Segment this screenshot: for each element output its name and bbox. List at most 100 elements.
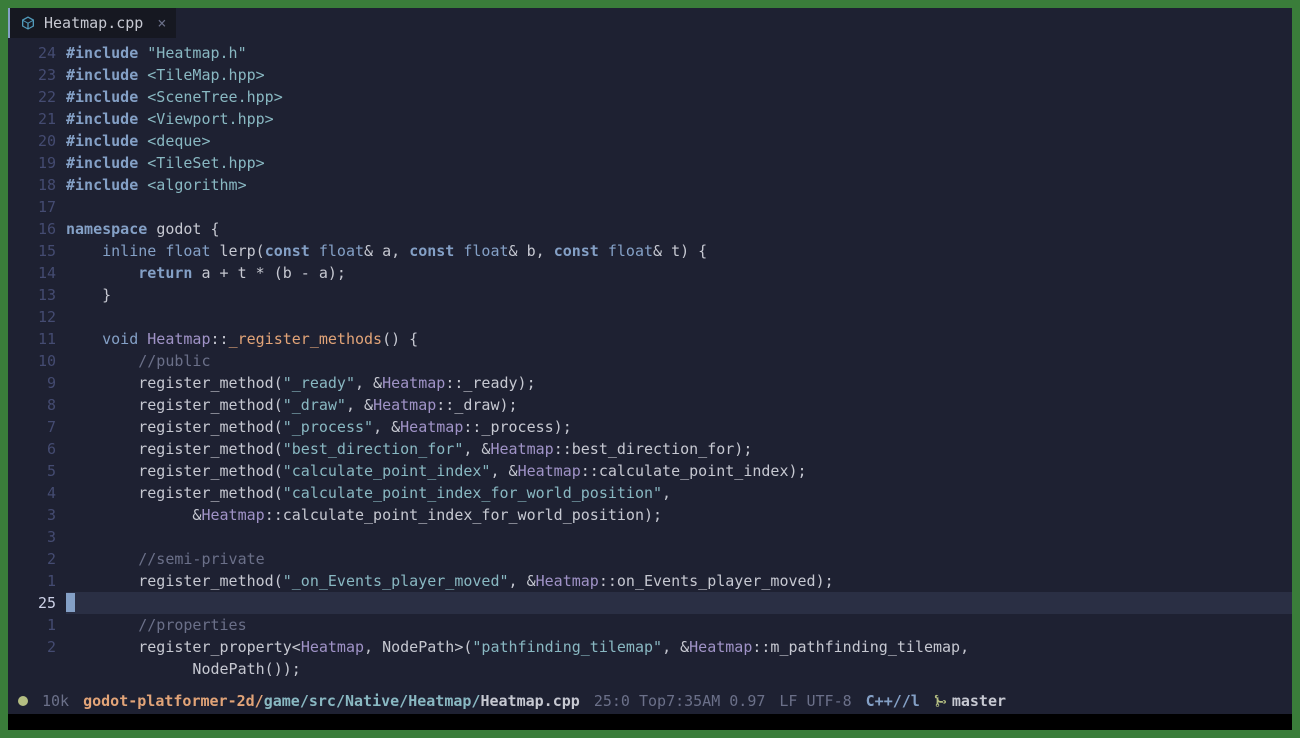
code-line[interactable]: 22#include <SceneTree.hpp>	[8, 86, 1292, 108]
token: <TileSet.hpp>	[147, 154, 264, 172]
line-number: 10	[8, 350, 66, 372]
line-content[interactable]: &Heatmap::calculate_point_index_for_worl…	[66, 504, 1292, 526]
code-line[interactable]: 3 &Heatmap::calculate_point_index_for_wo…	[8, 504, 1292, 526]
command-line-area[interactable]	[8, 714, 1292, 730]
line-content[interactable]: #include <Viewport.hpp>	[66, 108, 1292, 130]
code-line[interactable]: 13 }	[8, 284, 1292, 306]
close-icon[interactable]: ×	[157, 14, 166, 32]
token: const	[554, 242, 599, 260]
code-line[interactable]: 1 //properties	[8, 614, 1292, 636]
code-line[interactable]: 6 register_method("best_direction_for", …	[8, 438, 1292, 460]
line-number: 24	[8, 42, 66, 64]
token: inline	[102, 242, 156, 260]
line-number: 6	[8, 438, 66, 460]
line-content[interactable]: void Heatmap::_register_methods() {	[66, 328, 1292, 350]
project-segment: godot-platformer-2d/	[83, 692, 264, 710]
tab-heatmap[interactable]: Heatmap.cpp ×	[8, 8, 176, 38]
token	[310, 242, 319, 260]
token: ::_ready);	[445, 374, 535, 392]
code-line[interactable]: 1 register_method("_on_Events_player_mov…	[8, 570, 1292, 592]
token	[66, 264, 138, 282]
cpp-file-icon	[20, 15, 36, 31]
line-content[interactable]: #include <TileMap.hpp>	[66, 64, 1292, 86]
token	[66, 616, 138, 634]
code-line[interactable]: 14 return a + t * (b - a);	[8, 262, 1292, 284]
code-line[interactable]: 8 register_method("_draw", &Heatmap::_dr…	[8, 394, 1292, 416]
line-content[interactable]: inline float lerp(const float& a, const …	[66, 240, 1292, 262]
token: , &	[509, 572, 536, 590]
line-content[interactable]: return a + t * (b - a);	[66, 262, 1292, 284]
token: NodePath());	[66, 660, 301, 678]
line-content[interactable]: register_property<Heatmap, NodePath>("pa…	[66, 636, 1292, 658]
code-line[interactable]: 15 inline float lerp(const float& a, con…	[8, 240, 1292, 262]
line-content[interactable]: #include <SceneTree.hpp>	[66, 86, 1292, 108]
token: #include	[66, 88, 138, 106]
token: a + t * (b - a);	[192, 264, 346, 282]
token	[66, 330, 102, 348]
line-content[interactable]: #include "Heatmap.h"	[66, 42, 1292, 64]
code-line[interactable]: 21#include <Viewport.hpp>	[8, 108, 1292, 130]
code-line[interactable]: 25	[8, 592, 1292, 614]
code-line[interactable]: NodePath());	[8, 658, 1292, 680]
line-content[interactable]: register_method("_on_Events_player_moved…	[66, 570, 1292, 592]
token: , &	[662, 638, 689, 656]
line-content[interactable]	[66, 196, 1292, 218]
token: "calculate_point_index_for_world_positio…	[283, 484, 662, 502]
code-line[interactable]: 7 register_method("_process", &Heatmap::…	[8, 416, 1292, 438]
token	[138, 154, 147, 172]
token	[138, 44, 147, 62]
token: ::calculate_point_index);	[581, 462, 807, 480]
line-content[interactable]: register_method("calculate_point_index_f…	[66, 482, 1292, 504]
line-content[interactable]	[66, 592, 1292, 614]
line-content[interactable]: register_method("calculate_point_index",…	[66, 460, 1292, 482]
line-content[interactable]	[66, 526, 1292, 548]
line-content[interactable]: //semi-private	[66, 548, 1292, 570]
token: Heatmap	[382, 374, 445, 392]
code-editor[interactable]: 24#include "Heatmap.h"23#include <TileMa…	[8, 38, 1292, 688]
token: ,	[536, 242, 554, 260]
line-content[interactable]: #include <deque>	[66, 130, 1292, 152]
line-content[interactable]: register_method("_ready", &Heatmap::_rea…	[66, 372, 1292, 394]
line-content[interactable]: register_method("_process", &Heatmap::_p…	[66, 416, 1292, 438]
line-content[interactable]: //properties	[66, 614, 1292, 636]
line-content[interactable]: //public	[66, 350, 1292, 372]
line-content[interactable]: NodePath());	[66, 658, 1292, 680]
code-line[interactable]: 4 register_method("calculate_point_index…	[8, 482, 1292, 504]
code-line[interactable]: 20#include <deque>	[8, 130, 1292, 152]
code-line[interactable]: 3	[8, 526, 1292, 548]
code-line[interactable]: 2 register_property<Heatmap, NodePath>("…	[8, 636, 1292, 658]
language-mode[interactable]: C++//l	[866, 692, 920, 710]
line-content[interactable]: #include <algorithm>	[66, 174, 1292, 196]
path-segment: game/src/Native/Heatmap/	[264, 692, 481, 710]
code-line[interactable]: 18#include <algorithm>	[8, 174, 1292, 196]
code-line[interactable]: 16namespace godot {	[8, 218, 1292, 240]
code-line[interactable]: 11 void Heatmap::_register_methods() {	[8, 328, 1292, 350]
token: ::	[211, 330, 229, 348]
token: return	[138, 264, 192, 282]
line-content[interactable]: }	[66, 284, 1292, 306]
code-line[interactable]: 10 //public	[8, 350, 1292, 372]
token: "_process"	[283, 418, 373, 436]
code-line[interactable]: 24#include "Heatmap.h"	[8, 42, 1292, 64]
code-line[interactable]: 12	[8, 306, 1292, 328]
line-content[interactable]: namespace godot {	[66, 218, 1292, 240]
code-line[interactable]: 19#include <TileSet.hpp>	[8, 152, 1292, 174]
code-line[interactable]: 9 register_method("_ready", &Heatmap::_r…	[8, 372, 1292, 394]
token: register_property<	[66, 638, 301, 656]
line-content[interactable]	[66, 306, 1292, 328]
token: ::best_direction_for);	[554, 440, 753, 458]
token	[66, 550, 138, 568]
code-line[interactable]: 5 register_method("calculate_point_index…	[8, 460, 1292, 482]
cursor-position: 25:0 Top7:35AM 0.97	[594, 692, 766, 710]
line-content[interactable]: register_method("best_direction_for", &H…	[66, 438, 1292, 460]
token: , &	[490, 462, 517, 480]
code-line[interactable]: 2 //semi-private	[8, 548, 1292, 570]
line-content[interactable]: #include <TileSet.hpp>	[66, 152, 1292, 174]
token	[211, 242, 220, 260]
code-line[interactable]: 23#include <TileMap.hpp>	[8, 64, 1292, 86]
token: {	[201, 220, 219, 238]
code-line[interactable]: 17	[8, 196, 1292, 218]
token	[138, 330, 147, 348]
git-branch[interactable]: master	[934, 692, 1006, 710]
line-content[interactable]: register_method("_draw", &Heatmap::_draw…	[66, 394, 1292, 416]
